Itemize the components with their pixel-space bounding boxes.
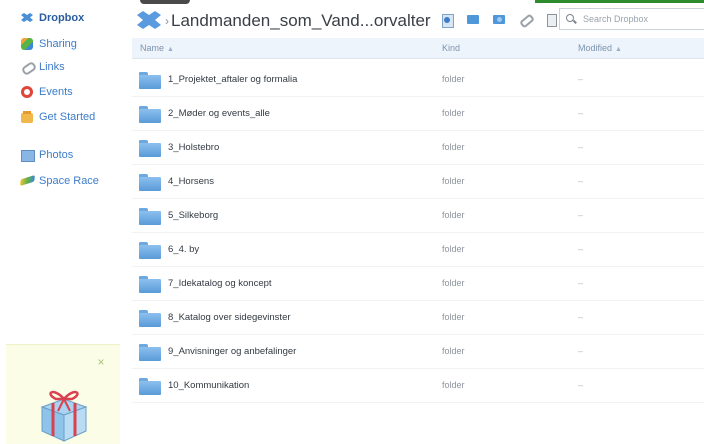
file-name[interactable]: 5_Silkeborg (168, 210, 218, 221)
file-name[interactable]: 4_Horsens (168, 176, 214, 187)
links-icon (20, 60, 34, 74)
file-name[interactable]: 8_Katalog over sidegevinster (168, 312, 291, 323)
table-row[interactable]: 4_Horsens folder – (132, 165, 704, 199)
file-modified: – (578, 142, 584, 152)
file-modified: – (578, 346, 584, 356)
table-row[interactable]: 7_Idekatalog og koncept folder – (132, 267, 704, 301)
file-kind: folder (442, 312, 465, 322)
breadcrumb-separator: › (165, 14, 169, 28)
upload-icon[interactable] (440, 12, 454, 28)
search-input[interactable] (583, 14, 703, 24)
column-header-modified[interactable]: Modified ▲ (578, 43, 622, 53)
search-icon (566, 14, 576, 24)
file-kind: folder (442, 244, 465, 254)
get-started-icon (20, 110, 34, 124)
deleted-files-icon[interactable] (544, 12, 558, 27)
column-header-kind[interactable]: Kind (442, 43, 460, 53)
file-name[interactable]: 1_Projektet_aftaler og formalia (168, 74, 297, 85)
share-folder-icon[interactable] (492, 12, 506, 26)
sort-arrow-icon: ▲ (167, 46, 174, 53)
table-row[interactable]: 10_Kommunikation folder – (132, 369, 704, 403)
file-kind: folder (442, 74, 465, 84)
file-modified: – (578, 176, 584, 186)
space-race-icon (20, 174, 34, 188)
page-title: Landmanden_som_Vand...orvalter (171, 11, 431, 30)
file-name[interactable]: 7_Idekatalog og koncept (168, 278, 272, 289)
sidebar-item-label: Get Started (39, 111, 96, 123)
sidebar-item-label: Sharing (39, 38, 77, 50)
dropbox-icon (20, 11, 34, 25)
sidebar-item-label: Space Race (39, 175, 99, 187)
folder-icon (139, 174, 161, 191)
folder-icon (139, 310, 161, 327)
table-row[interactable]: 1_Projektet_aftaler og formalia folder – (132, 63, 704, 97)
events-icon (20, 85, 34, 99)
table-row[interactable]: 3_Holstebro folder – (132, 131, 704, 165)
column-header-name[interactable]: Name ▲ (140, 43, 174, 53)
file-name[interactable]: 3_Holstebro (168, 142, 219, 153)
file-modified: – (578, 108, 584, 118)
file-kind: folder (442, 108, 465, 118)
sidebar-item-label: Photos (39, 149, 74, 161)
column-header-label: Name (140, 43, 165, 53)
sidebar-item-dropbox[interactable]: Dropbox (20, 9, 84, 27)
table-row[interactable]: 6_4. by folder – (132, 233, 704, 267)
new-folder-icon[interactable] (466, 12, 480, 26)
file-modified: – (578, 74, 584, 84)
folder-icon (139, 344, 161, 361)
table-row[interactable]: 9_Anvisninger og anbefalinger folder – (132, 335, 704, 369)
file-kind: folder (442, 176, 465, 186)
gift-icon (40, 390, 88, 442)
photos-icon (20, 148, 35, 162)
file-kind: folder (442, 380, 465, 390)
folder-icon (139, 242, 161, 259)
close-icon[interactable]: × (96, 356, 106, 368)
link-icon[interactable] (518, 12, 532, 26)
breadcrumb: › Landmanden_som_Vand...orvalter (137, 8, 431, 34)
sidebar-item-photos[interactable]: Photos (20, 146, 73, 164)
file-kind: folder (442, 346, 465, 356)
folder-icon (139, 378, 161, 395)
sidebar-item-sharing[interactable]: Sharing (20, 35, 77, 53)
file-name[interactable]: 10_Kommunikation (168, 380, 249, 391)
sidebar: Dropbox Sharing Links Events Get Started… (0, 0, 132, 444)
toolbar (440, 11, 570, 28)
sidebar-item-label: Events (39, 86, 73, 98)
file-kind: folder (442, 278, 465, 288)
file-name[interactable]: 2_Møder og events_alle (168, 108, 270, 119)
sidebar-item-space-race[interactable]: Space Race (20, 172, 99, 190)
table-row[interactable]: 2_Møder og events_alle folder – (132, 97, 704, 131)
file-name[interactable]: 6_4. by (168, 244, 199, 255)
top-decoration (140, 0, 190, 4)
sidebar-item-links[interactable]: Links (20, 58, 65, 76)
dropbox-logo-icon[interactable] (137, 11, 161, 31)
sidebar-item-label: Dropbox (39, 12, 85, 24)
sharing-icon (20, 37, 34, 51)
sidebar-item-label: Links (39, 61, 65, 73)
sidebar-item-events[interactable]: Events (20, 83, 73, 101)
sidebar-item-get-started[interactable]: Get Started (20, 108, 95, 126)
file-modified: – (578, 244, 584, 254)
file-modified: – (578, 380, 584, 390)
promo-box: × (6, 344, 120, 444)
folder-icon (139, 276, 161, 293)
file-kind: folder (442, 142, 465, 152)
file-modified: – (578, 278, 584, 288)
table-row[interactable]: 5_Silkeborg folder – (132, 199, 704, 233)
folder-icon (139, 106, 161, 123)
file-modified: – (578, 210, 584, 220)
top-accent-bar (535, 0, 704, 3)
sort-arrow-icon: ▲ (615, 46, 622, 53)
file-kind: folder (442, 210, 465, 220)
file-name[interactable]: 9_Anvisninger og anbefalinger (168, 346, 296, 357)
table-row[interactable]: 8_Katalog over sidegevinster folder – (132, 301, 704, 335)
column-header-label: Modified (578, 43, 613, 53)
folder-icon (139, 72, 161, 89)
table-header: Name ▲ Kind Modified ▲ (132, 38, 704, 59)
folder-icon (139, 140, 161, 157)
file-modified: – (578, 312, 584, 322)
search-box (559, 8, 704, 30)
folder-icon (139, 208, 161, 225)
